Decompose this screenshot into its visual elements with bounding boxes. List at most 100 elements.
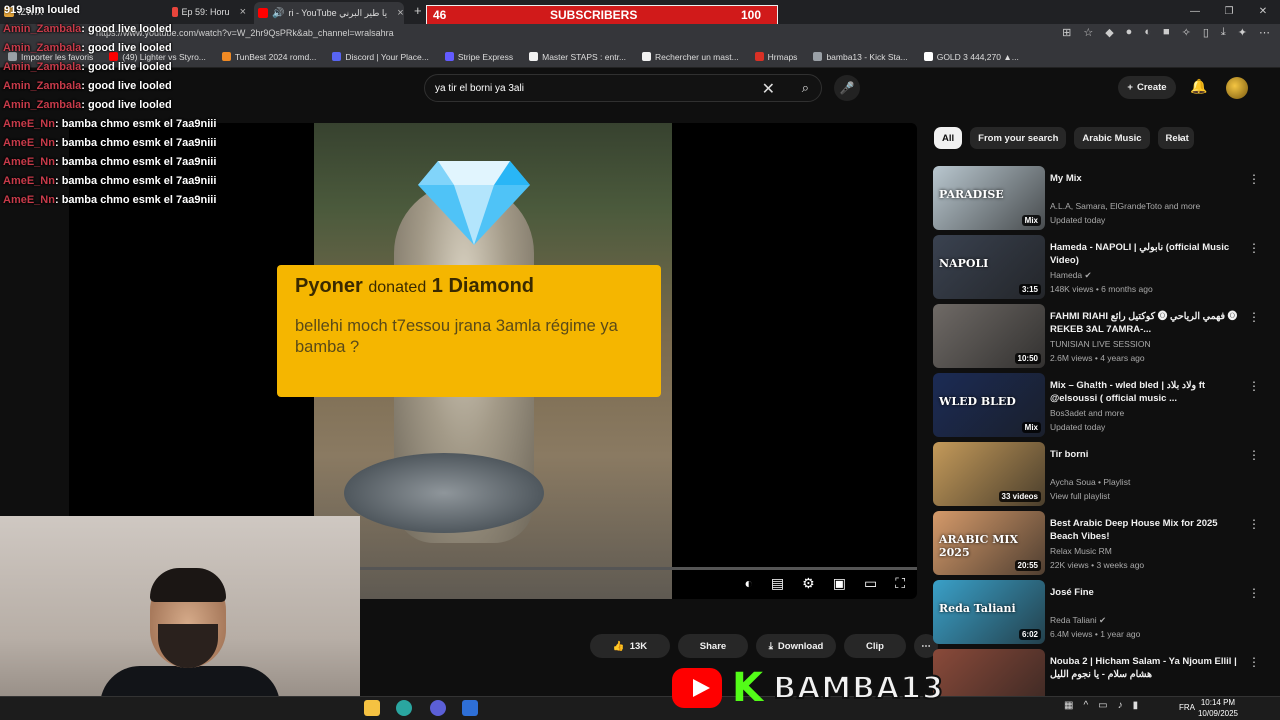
recommended-video[interactable]: PARADISE Mix My Mix A.L.A, Samara, ElGrande… [933,166,1268,230]
channel-name[interactable]: Aycha Soua • Playlist [1050,476,1246,489]
bookmark-star-icon[interactable]: ☆ [1083,26,1093,39]
video-title[interactable]: Mix – Gha!th - wled bled | ولاد بلاد ft … [1050,379,1246,405]
share-button[interactable]: Share [678,634,748,658]
new-tab-icon[interactable]: + [414,3,422,18]
extension-icon[interactable]: ◆ [1105,26,1113,39]
bookmark-item[interactable]: Discord | Your Place... [332,52,429,62]
minimize-icon[interactable]: — [1178,0,1212,24]
tray-chevron-icon[interactable]: ^ [1083,700,1088,711]
clip-button[interactable]: Clip [844,634,906,658]
messenger-icon[interactable] [430,700,446,716]
like-count: 13K [629,640,648,652]
sidebar-icon[interactable]: ▯ [1203,26,1209,39]
more-options-icon[interactable]: ⋮ [1248,448,1260,462]
chip-from-your-search[interactable]: From your search [970,127,1067,149]
chip-arabic-music[interactable]: Arabic Music [1074,127,1150,149]
fullscreen-icon[interactable]: ⛶ [895,575,905,592]
tab-youtube-active[interactable]: 🔊 ri - YouTube يا طير البرني × [254,2,404,24]
more-options-icon[interactable]: ⋮ [1248,241,1260,255]
bookmark-item[interactable]: GOLD 3 444,270 ▲... [923,52,1019,62]
install-app-icon[interactable]: ⊞ [1062,26,1071,39]
video-thumbnail[interactable]: PARADISE Mix [933,166,1045,230]
close-window-icon[interactable]: ✕ [1246,0,1280,24]
channel-name[interactable]: Reda Taliani ✔ [1050,614,1246,627]
recommended-video[interactable]: 10:50 FAHMI RIAHI كوكتيل رائع 🅞 فهمي الري… [933,304,1268,368]
video-title[interactable]: My Mix [1050,172,1246,185]
recommended-video[interactable]: 33 videos Tir borni Aycha Soua • Playlist V… [933,442,1268,506]
avatar[interactable] [1226,77,1248,99]
more-options-icon[interactable]: ⋮ [1248,586,1260,600]
download-icon[interactable]: ⤓ [1221,26,1226,39]
tray-app-icon[interactable]: ▦ [1064,700,1073,711]
video-title[interactable]: José Fine [1050,586,1246,599]
video-title[interactable]: Best Arabic Deep House Mix for 2025 Beac… [1050,517,1246,543]
close-tab-icon[interactable]: × [240,6,246,18]
recommended-video[interactable]: Reda Taliani 6:02 José Fine Reda Taliani ✔ 6… [933,580,1268,644]
network-icon[interactable]: ▭ [1098,700,1107,711]
extension-icon[interactable]: ■ [1163,26,1170,39]
video-thumbnail[interactable]: ARABIC MIX 2025 20:55 [933,511,1045,575]
theater-mode-icon[interactable]: ▭ [864,575,877,592]
file-explorer-icon[interactable] [364,700,380,716]
video-thumbnail[interactable]: NAPOLI 3:15 [933,235,1045,299]
autoplay-toggle-icon[interactable]: ◐ [744,575,752,592]
recommended-video[interactable]: NAPOLI 3:15 Hameda - NAPOLI | نابولي (offi… [933,235,1268,299]
chip-related[interactable]: Relat [1157,127,1194,149]
bookmark-item[interactable]: Master STAPS : entr... [529,52,626,62]
page-scrollbar[interactable] [1270,70,1278,690]
video-thumbnail[interactable]: WLED BLED Mix [933,373,1045,437]
battery-icon[interactable]: ▮ [1133,700,1139,711]
extension-icon[interactable]: ◐ [1144,26,1151,39]
bookmark-item[interactable]: Hrmaps [754,52,797,62]
extension-icon[interactable]: ● [1126,26,1133,39]
volume-icon[interactable]: ♪ [1118,700,1123,711]
microphone-icon[interactable]: 🎤 [834,75,860,101]
tab-podcast[interactable]: Ep 59: Horu × [172,3,246,21]
taskbar-clock[interactable]: 10:14 PM 10/09/2025 [1198,697,1238,719]
app-icon[interactable] [462,700,478,716]
more-options-icon[interactable]: ⋮ [1248,310,1260,324]
bookmark-item[interactable]: Rechercher un mast... [642,52,739,62]
channel-name[interactable]: Hameda ✔ [1050,269,1246,282]
video-title[interactable]: FAHMI RIAHI كوكتيل رائع 🅞 فهمي الرياحي 🅞… [1050,310,1246,336]
video-title[interactable]: Tir borni [1050,448,1246,461]
chip-all[interactable]: All [934,127,963,149]
channel-name[interactable]: Bos3adet and more [1050,407,1246,420]
more-options-icon[interactable]: ⋮ [1248,379,1260,393]
close-tab-icon[interactable]: × [397,7,403,19]
create-button[interactable]: + Create [1118,76,1176,99]
bookmark-item[interactable]: Stripe Express [444,52,513,62]
video-title[interactable]: Nouba 2 | Hicham Salam - Ya Njoum Ellil … [1050,655,1246,681]
channel-name[interactable]: TUNISIAN LIVE SESSION [1050,338,1246,351]
bookmark-item[interactable]: TunBest 2024 romd... [221,52,316,62]
search-icon[interactable]: ⌕ [802,80,809,96]
channel-name[interactable]: Relax Music RM [1050,545,1246,558]
clear-search-icon[interactable]: ✕ [762,79,775,99]
menu-dots-icon[interactable]: ⋯ [1259,26,1270,39]
download-button[interactable]: ⤓ Download [756,634,836,658]
search-input[interactable]: ya tir el borni ya 3ali ✕ ⌕ [424,74,822,102]
like-button[interactable]: 👍 13K [590,634,670,658]
edge-browser-icon[interactable] [396,700,412,716]
miniplayer-icon[interactable]: ▣ [833,575,846,592]
video-thumbnail[interactable]: 33 videos [933,442,1045,506]
more-options-icon[interactable]: ⋮ [1248,655,1260,669]
recommended-video[interactable]: WLED BLED Mix Mix – Gha!th - wled bled | و… [933,373,1268,437]
notifications-bell-icon[interactable]: 🔔 [1190,78,1207,95]
bookmark-item[interactable]: bamba13 - Kick Sta... [813,52,908,62]
more-options-icon[interactable]: ⋮ [1248,172,1260,186]
language-indicator[interactable]: FRA [1179,703,1195,712]
video-title[interactable]: Hameda - NAPOLI | نابولي (official Music… [1050,241,1246,267]
video-thumbnail[interactable]: Reda Taliani 6:02 [933,580,1045,644]
more-options-icon[interactable]: ⋮ [1248,517,1260,531]
chevron-right-icon[interactable]: › [1178,131,1182,145]
recommended-video[interactable]: ARABIC MIX 2025 20:55 Best Arabic Deep Hou… [933,511,1268,575]
channel-name[interactable]: A.L.A, Samara, ElGrandeToto and more [1050,200,1246,213]
subtitles-icon[interactable]: ▤ [771,575,784,592]
speaker-icon[interactable]: 🔊 [272,8,284,19]
settings-gear-icon[interactable]: ⚙ [802,575,815,592]
video-thumbnail[interactable]: 10:50 [933,304,1045,368]
copilot-icon[interactable]: ✦ [1238,26,1247,39]
extensions-puzzle-icon[interactable]: ✧ [1182,26,1191,39]
maximize-icon[interactable]: ❐ [1212,0,1246,24]
